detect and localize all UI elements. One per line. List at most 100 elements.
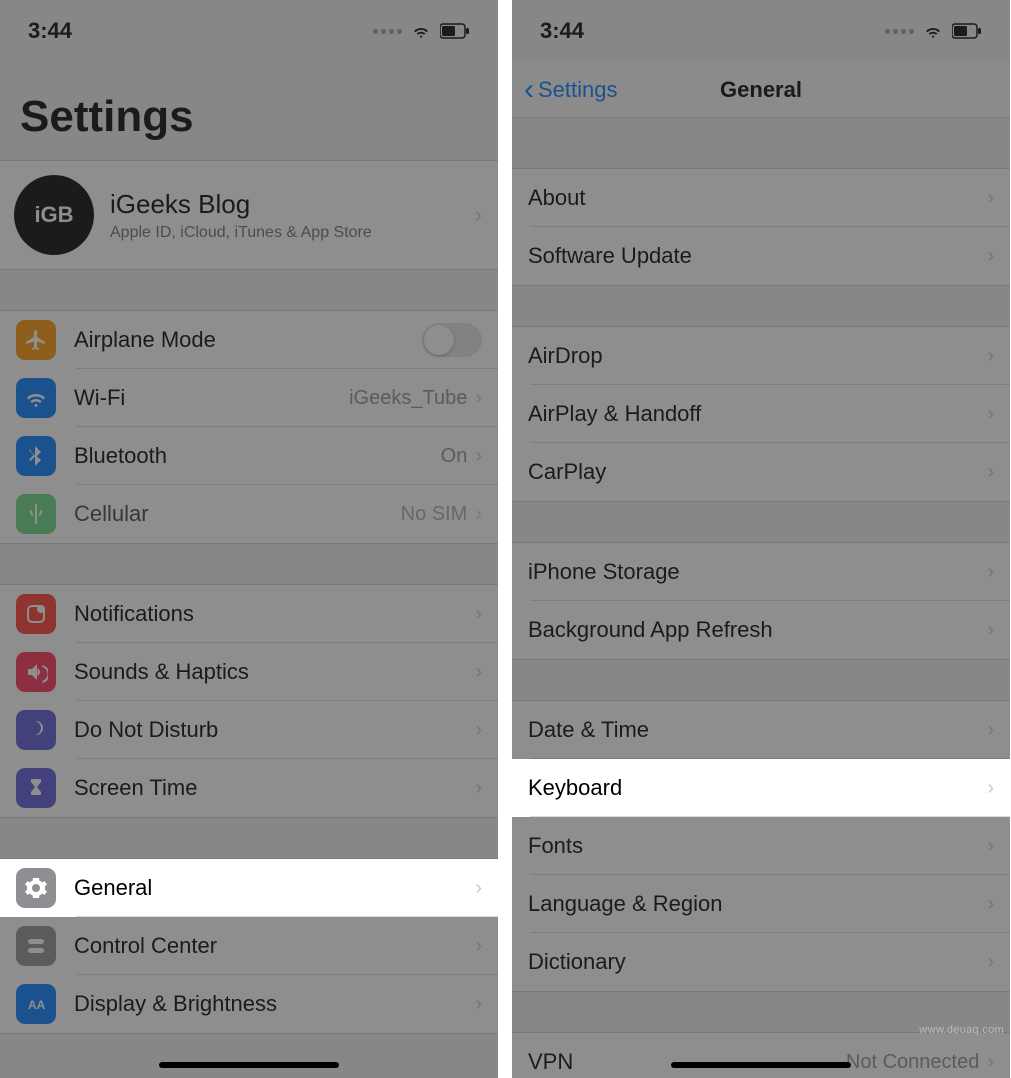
chevron-right-icon: ›	[475, 993, 482, 1016]
carplay-row[interactable]: CarPlay›	[512, 443, 1010, 501]
chevron-right-icon: ›	[987, 345, 994, 368]
apple-id-row[interactable]: iGB iGeeks Blog Apple ID, iCloud, iTunes…	[0, 161, 498, 269]
vpn-row[interactable]: VPNNot Connected›	[512, 1033, 1010, 1078]
chevron-right-icon: ›	[475, 719, 482, 742]
moon-icon	[16, 710, 56, 750]
nav-title: General	[720, 77, 802, 103]
language-region-row[interactable]: Language & Region›	[512, 875, 1010, 933]
chevron-right-icon: ›	[987, 893, 994, 916]
row-label: Screen Time	[74, 775, 475, 801]
airplay-row[interactable]: AirPlay & Handoff›	[512, 385, 1010, 443]
row-label: Background App Refresh	[528, 617, 987, 643]
battery-icon	[952, 23, 982, 39]
dnd-row[interactable]: Do Not Disturb ›	[0, 701, 498, 759]
screentime-row[interactable]: Screen Time ›	[0, 759, 498, 817]
home-indicator[interactable]	[671, 1062, 851, 1068]
hourglass-icon	[16, 768, 56, 808]
row-detail: Not Connected	[846, 1051, 979, 1074]
background-refresh-row[interactable]: Background App Refresh›	[512, 601, 1010, 659]
vpn-group: VPNNot Connected›	[512, 1032, 1010, 1078]
status-icons	[373, 22, 470, 40]
chevron-right-icon: ›	[987, 619, 994, 642]
notifications-row[interactable]: Notifications ›	[0, 585, 498, 643]
chevron-right-icon: ›	[987, 245, 994, 268]
chevron-right-icon: ›	[475, 603, 482, 626]
row-label: AirDrop	[528, 343, 987, 369]
general-screen: 3:44 ‹ Settings General About› Software …	[512, 0, 1010, 1078]
profile-subtitle: Apple ID, iCloud, iTunes & App Store	[110, 224, 372, 242]
row-label: Sounds & Haptics	[74, 659, 475, 685]
date-time-row[interactable]: Date & Time›	[512, 701, 1010, 759]
cellular-signal-icon	[373, 29, 402, 34]
row-detail: On	[441, 445, 468, 468]
chevron-right-icon: ›	[475, 777, 482, 800]
row-detail: No SIM	[401, 503, 468, 526]
bluetooth-icon	[16, 436, 56, 476]
connectivity-group: Airplane Mode Wi-Fi iGeeks_Tube › Blueto…	[0, 310, 498, 544]
profile-name: iGeeks Blog	[110, 189, 372, 220]
airdrop-row[interactable]: AirDrop›	[512, 327, 1010, 385]
system-group: General › Control Center › AA Display & …	[0, 858, 498, 1034]
row-detail: iGeeks_Tube	[349, 387, 467, 410]
control-center-row[interactable]: Control Center ›	[0, 917, 498, 975]
row-label: Bluetooth	[74, 443, 441, 469]
chevron-right-icon: ›	[987, 461, 994, 484]
chevron-right-icon: ›	[475, 387, 482, 410]
notifications-icon	[16, 594, 56, 634]
cellular-row[interactable]: Cellular No SIM ›	[0, 485, 498, 543]
bluetooth-row[interactable]: Bluetooth On ›	[0, 427, 498, 485]
airplane-toggle[interactable]	[422, 323, 482, 357]
home-indicator[interactable]	[159, 1062, 339, 1068]
row-label: Notifications	[74, 601, 475, 627]
row-label: General	[74, 875, 475, 901]
iphone-storage-row[interactable]: iPhone Storage›	[512, 543, 1010, 601]
row-label: CarPlay	[528, 459, 987, 485]
gear-icon	[16, 868, 56, 908]
general-row[interactable]: General ›	[0, 859, 498, 917]
chevron-right-icon: ›	[475, 661, 482, 684]
status-time: 3:44	[28, 18, 72, 44]
text-size-icon: AA	[16, 984, 56, 1024]
row-label: AirPlay & Handoff	[528, 401, 987, 427]
chevron-right-icon: ›	[987, 187, 994, 210]
svg-text:AA: AA	[28, 998, 46, 1012]
keyboard-row[interactable]: Keyboard›	[512, 759, 1010, 817]
row-label: About	[528, 185, 987, 211]
back-button[interactable]: ‹ Settings	[524, 77, 618, 103]
row-label: Do Not Disturb	[74, 717, 475, 743]
chevron-right-icon: ›	[475, 202, 482, 228]
chevron-right-icon: ›	[987, 561, 994, 584]
chevron-right-icon: ›	[987, 403, 994, 426]
row-label: Control Center	[74, 933, 475, 959]
status-icons	[885, 22, 982, 40]
connectivity-group: AirDrop› AirPlay & Handoff› CarPlay›	[512, 326, 1010, 502]
chevron-right-icon: ›	[475, 445, 482, 468]
row-label: Keyboard	[528, 775, 987, 801]
airplane-icon	[16, 320, 56, 360]
wifi-icon	[16, 378, 56, 418]
chevron-right-icon: ›	[987, 719, 994, 742]
row-label: iPhone Storage	[528, 559, 987, 585]
wifi-row[interactable]: Wi-Fi iGeeks_Tube ›	[0, 369, 498, 427]
software-update-row[interactable]: Software Update›	[512, 227, 1010, 285]
about-row[interactable]: About›	[512, 169, 1010, 227]
row-label: Dictionary	[528, 949, 987, 975]
airplane-mode-row[interactable]: Airplane Mode	[0, 311, 498, 369]
antenna-icon	[16, 494, 56, 534]
sounds-row[interactable]: Sounds & Haptics ›	[0, 643, 498, 701]
avatar: iGB	[14, 175, 94, 255]
about-group: About› Software Update›	[512, 168, 1010, 286]
settings-screen: 3:44 Settings iGB iGeeks Blog Apple ID, …	[0, 0, 498, 1078]
dictionary-row[interactable]: Dictionary›	[512, 933, 1010, 991]
profile-group: iGB iGeeks Blog Apple ID, iCloud, iTunes…	[0, 160, 498, 270]
back-label: Settings	[538, 77, 618, 103]
chevron-left-icon: ‹	[524, 81, 534, 99]
speaker-icon	[16, 652, 56, 692]
row-label: Software Update	[528, 243, 987, 269]
row-label: Display & Brightness	[74, 991, 475, 1017]
status-bar: 3:44	[0, 0, 498, 62]
display-row[interactable]: AA Display & Brightness ›	[0, 975, 498, 1033]
row-label: Date & Time	[528, 717, 987, 743]
nav-bar: ‹ Settings General	[512, 62, 1010, 118]
fonts-row[interactable]: Fonts›	[512, 817, 1010, 875]
